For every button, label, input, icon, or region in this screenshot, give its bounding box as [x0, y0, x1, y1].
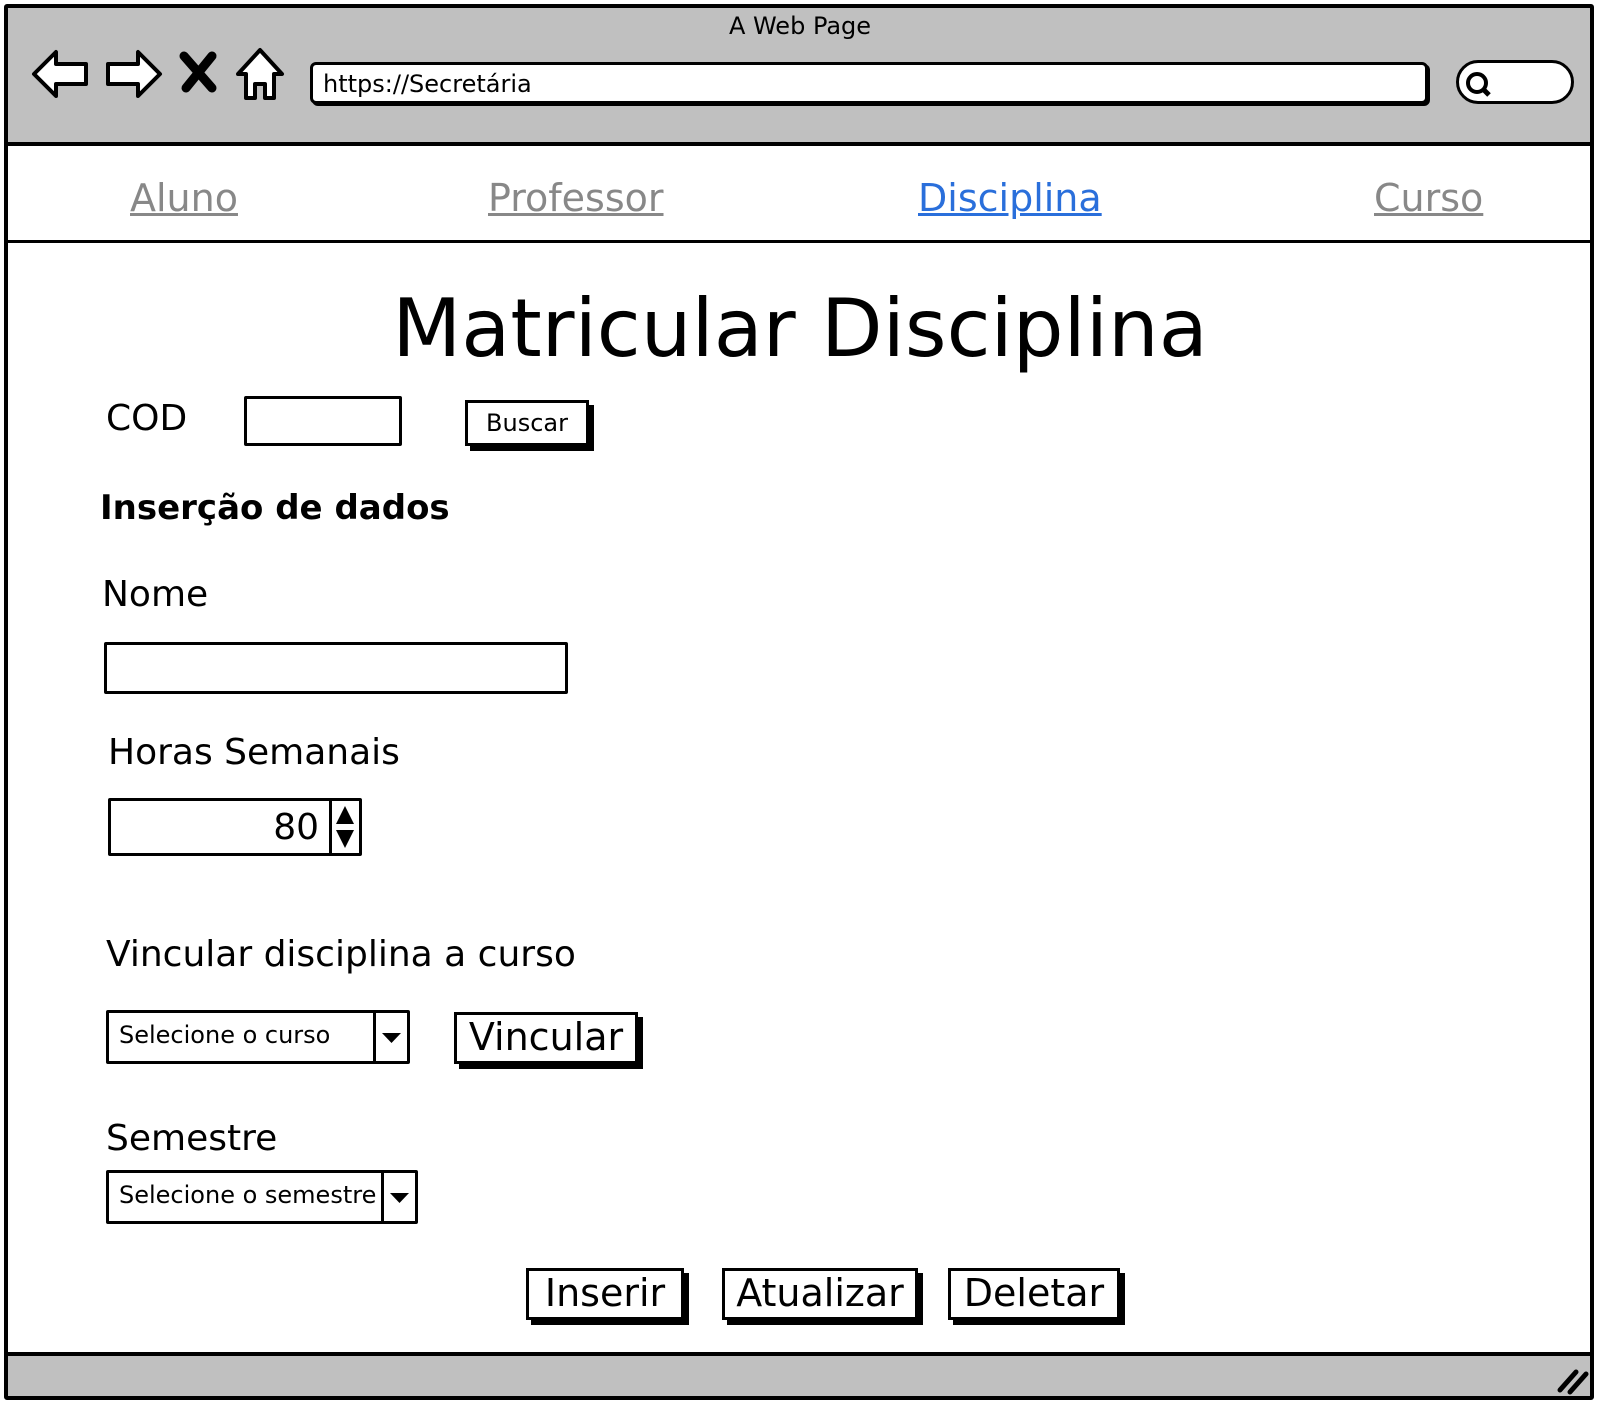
semestre-select-value: Selecione o semestre [119, 1181, 377, 1209]
horas-label: Horas Semanais [108, 732, 400, 773]
semestre-dropdown-arrow[interactable] [381, 1173, 415, 1221]
window-title: A Web Page [728, 12, 872, 40]
close-icon[interactable] [176, 44, 220, 104]
chevron-down-icon [390, 1193, 409, 1203]
search-icon [1466, 72, 1491, 97]
insert-button[interactable]: Inserir [526, 1268, 684, 1320]
vincular-button[interactable]: Vincular [454, 1012, 638, 1064]
tab-curso[interactable]: Curso [1374, 176, 1483, 220]
search-button[interactable]: Buscar [465, 400, 589, 446]
forward-icon[interactable] [100, 44, 164, 104]
tab-disciplina[interactable]: Disciplina [918, 176, 1102, 220]
cod-label: COD [106, 398, 188, 439]
url-bar[interactable]: https://Secretária [310, 62, 1428, 104]
update-button[interactable]: Atualizar [722, 1268, 918, 1320]
nome-input[interactable] [104, 642, 568, 694]
delete-button[interactable]: Deletar [948, 1268, 1120, 1320]
tab-divider [8, 240, 1594, 243]
nome-label: Nome [102, 574, 209, 615]
cod-input[interactable] [244, 396, 402, 446]
curso-select-value: Selecione o curso [119, 1021, 331, 1049]
curso-select[interactable]: Selecione o curso [106, 1010, 410, 1064]
stepper-arrows[interactable] [329, 801, 359, 853]
vincular-label: Vincular disciplina a curso [106, 934, 576, 975]
horas-stepper[interactable]: 80 [108, 798, 362, 856]
back-icon[interactable] [30, 44, 94, 104]
tab-aluno[interactable]: Aluno [130, 176, 238, 220]
horas-value: 80 [273, 807, 319, 848]
section-heading: Inserção de dados [100, 488, 450, 528]
browser-search-field[interactable] [1456, 60, 1574, 104]
tab-professor[interactable]: Professor [488, 176, 664, 220]
semestre-label: Semestre [106, 1118, 278, 1159]
updown-icon [336, 806, 354, 848]
chevron-down-icon [382, 1033, 401, 1043]
home-icon[interactable] [232, 44, 288, 104]
page-title: Matricular Disciplina [392, 282, 1208, 375]
semestre-select[interactable]: Selecione o semestre [106, 1170, 418, 1224]
resize-grip-icon[interactable] [1554, 1362, 1590, 1396]
status-bar [8, 1352, 1590, 1396]
curso-dropdown-arrow[interactable] [373, 1013, 407, 1061]
